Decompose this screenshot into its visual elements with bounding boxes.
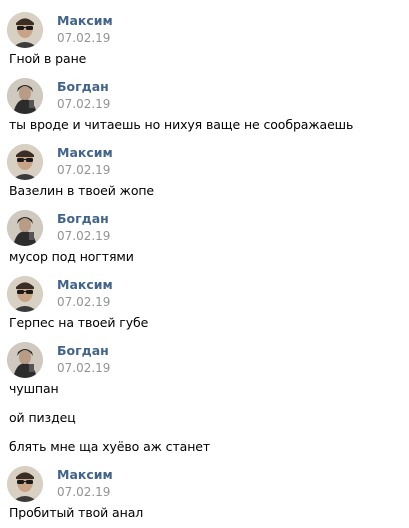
message-text: чушпан bbox=[9, 381, 59, 396]
message-author[interactable]: Максим bbox=[57, 145, 113, 160]
message-date[interactable]: 07.02.19 bbox=[57, 485, 110, 499]
message-author[interactable]: Максим bbox=[57, 277, 113, 292]
message-text: мусор под ногтями bbox=[9, 249, 134, 264]
message-date[interactable]: 07.02.19 bbox=[57, 229, 110, 243]
message-header: Богдан 07.02.19 bbox=[0, 342, 409, 382]
message-header: Богдан 07.02.19 bbox=[0, 210, 409, 250]
avatar-bogdan[interactable] bbox=[7, 342, 43, 378]
message-date[interactable]: 07.02.19 bbox=[57, 163, 110, 177]
avatar-sunglasses-icon bbox=[7, 276, 43, 312]
avatar-sunglasses-icon bbox=[7, 466, 43, 502]
avatar-sunglasses-icon bbox=[7, 12, 43, 48]
message-header: Богдан 07.02.19 bbox=[0, 78, 409, 118]
message-text: Вазелин в твоей жопе bbox=[9, 183, 155, 198]
avatar-maksim[interactable] bbox=[7, 276, 43, 312]
message-author[interactable]: Богдан bbox=[57, 79, 109, 94]
message-header: Максим 07.02.19 bbox=[0, 466, 409, 506]
avatar-maksim[interactable] bbox=[7, 144, 43, 180]
avatar-maksim[interactable] bbox=[7, 466, 43, 502]
avatar-bogdan[interactable] bbox=[7, 210, 43, 246]
message-text: Гной в ране bbox=[9, 51, 87, 66]
message-text: ой пиздец bbox=[9, 410, 76, 425]
message-text: Пробитый твой анал bbox=[9, 505, 144, 520]
message-date[interactable]: 07.02.19 bbox=[57, 31, 110, 45]
avatar-bogdan[interactable] bbox=[7, 78, 43, 114]
message-date[interactable]: 07.02.19 bbox=[57, 97, 110, 111]
message-header: Максим 07.02.19 bbox=[0, 276, 409, 316]
message-text: блять мне ща хуёво аж станет bbox=[9, 439, 211, 454]
chat-history: Максим 07.02.19 Гной в ране Богдан 07.02… bbox=[0, 0, 409, 528]
avatar-hooded-icon bbox=[7, 78, 43, 114]
message-date[interactable]: 07.02.19 bbox=[57, 361, 110, 375]
message-text: Герпес на твоей губе bbox=[9, 315, 149, 330]
avatar-hooded-icon bbox=[7, 210, 43, 246]
message-author[interactable]: Максим bbox=[57, 13, 113, 28]
message-date[interactable]: 07.02.19 bbox=[57, 295, 110, 309]
avatar-hooded-icon bbox=[7, 342, 43, 378]
message-text: ты вроде и читаешь но нихуя ваще не сооб… bbox=[9, 117, 354, 132]
message-header: Максим 07.02.19 bbox=[0, 12, 409, 52]
message-author[interactable]: Богдан bbox=[57, 343, 109, 358]
message-header: Максим 07.02.19 bbox=[0, 144, 409, 184]
avatar-sunglasses-icon bbox=[7, 144, 43, 180]
message-author[interactable]: Богдан bbox=[57, 211, 109, 226]
message-author[interactable]: Максим bbox=[57, 467, 113, 482]
avatar-maksim[interactable] bbox=[7, 12, 43, 48]
